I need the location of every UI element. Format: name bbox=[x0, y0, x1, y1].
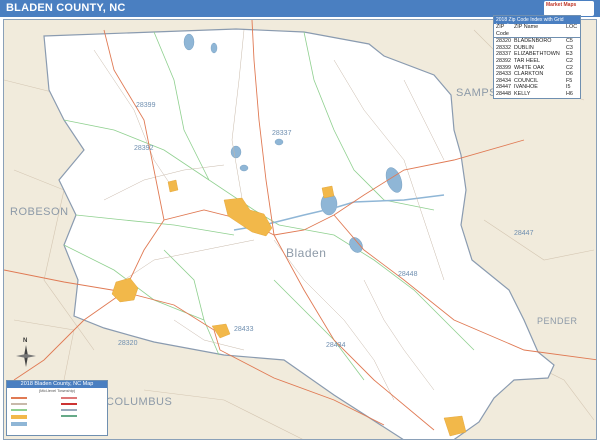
compass-rose: N bbox=[12, 338, 40, 370]
zip-name: BLADENBORO bbox=[514, 38, 552, 45]
zip-loc: C5 bbox=[566, 38, 573, 45]
zip-index-row: 28337 ELIZABETHTOWN E3 bbox=[494, 51, 580, 58]
zip-label: 28320 bbox=[118, 340, 138, 347]
zip-label: 28392 bbox=[134, 145, 154, 152]
zip-loc: C3 bbox=[566, 44, 573, 51]
zip-label: 28337 bbox=[272, 130, 292, 137]
zip-code: 28447 bbox=[496, 84, 511, 91]
legend-urban-swatch bbox=[11, 415, 27, 419]
zip-label: 28447 bbox=[514, 230, 534, 237]
white-lake-urban bbox=[321, 185, 335, 199]
legend-road-swatch bbox=[11, 403, 27, 405]
zip-name: WHITE OAK bbox=[514, 64, 545, 71]
zip-name: IVANHOE bbox=[514, 84, 538, 91]
zip-loc: H6 bbox=[566, 90, 573, 97]
zip-loc: E3 bbox=[566, 51, 573, 58]
zip-code: 28434 bbox=[496, 77, 511, 84]
zip-code: 28392 bbox=[496, 57, 511, 64]
publisher-logo: Market Maps bbox=[544, 1, 594, 16]
compass-north-label: N bbox=[23, 338, 28, 344]
zip-code: 28332 bbox=[496, 44, 511, 51]
zip-name: COUNCIL bbox=[514, 77, 539, 84]
zip-code-index: 2018 Zip Code Index with Grid Location Z… bbox=[493, 15, 581, 99]
zip-index-header: 2018 Zip Code Index with Grid Location bbox=[494, 16, 580, 29]
legend-symbols bbox=[7, 393, 107, 433]
zip-name: TAR HEEL bbox=[514, 57, 540, 64]
zip-code: 28337 bbox=[496, 51, 511, 58]
zip-label: 28399 bbox=[136, 102, 156, 109]
zip-index-columns: ZIP Code ZIP Name LOC bbox=[494, 24, 580, 39]
map-legend: 2018 Bladen County, NC Map (Mid-level To… bbox=[6, 380, 108, 436]
zip-index-row: 28392 TAR HEEL C2 bbox=[494, 58, 580, 65]
zip-label: 28433 bbox=[234, 326, 254, 333]
zip-code: 28448 bbox=[496, 90, 511, 97]
zip-name: DUBLIN bbox=[514, 44, 534, 51]
zip-index-row: 28447 IVANHOE I5 bbox=[494, 84, 580, 91]
legend-highway-swatch bbox=[11, 397, 27, 399]
zip-label: 28434 bbox=[326, 342, 346, 349]
logo-text: Market Maps bbox=[546, 2, 577, 8]
dublin-urban bbox=[167, 179, 179, 193]
legend-swatch bbox=[61, 403, 77, 405]
zip-index-row: 28320 BLADENBORO C5 bbox=[494, 38, 580, 45]
zip-index-row: 28433 CLARKTON D6 bbox=[494, 71, 580, 78]
legend-water-swatch bbox=[11, 422, 27, 426]
county-label-robeson: ROBESON bbox=[10, 206, 69, 218]
zip-loc: C2 bbox=[566, 64, 573, 71]
county-label-pender: PENDER bbox=[537, 316, 578, 326]
zip-index-row: 28332 DUBLIN C3 bbox=[494, 45, 580, 52]
zip-name: ELIZABETHTOWN bbox=[514, 51, 560, 58]
zip-loc: I5 bbox=[566, 84, 571, 91]
county-label-columbus: COLUMBUS bbox=[106, 396, 173, 408]
zip-label: 28448 bbox=[398, 271, 418, 278]
zip-index-row: 28434 COUNCIL F5 bbox=[494, 78, 580, 85]
zip-index-row: 28399 WHITE OAK C2 bbox=[494, 65, 580, 72]
col-loc: LOC bbox=[566, 24, 578, 30]
zip-name: CLARKTON bbox=[514, 71, 544, 78]
legend-swatch bbox=[61, 409, 77, 411]
zip-name: KELLY bbox=[514, 90, 531, 97]
zip-loc: F5 bbox=[566, 77, 573, 84]
legend-title: 2018 Bladen County, NC Map bbox=[7, 381, 107, 388]
col-zip-code: ZIP Code bbox=[496, 24, 509, 37]
zip-loc: D6 bbox=[566, 71, 573, 78]
zip-code: 28399 bbox=[496, 64, 511, 71]
legend-swatch bbox=[61, 415, 77, 417]
legend-zip-swatch bbox=[11, 409, 27, 411]
county-label-bladen: Bladen bbox=[286, 246, 327, 260]
zip-code: 28433 bbox=[496, 71, 511, 78]
col-zip-name: ZIP Name bbox=[514, 24, 539, 30]
map-page: BLADEN COUNTY, NC Market Maps Bladen ROB… bbox=[0, 0, 600, 442]
zip-code: 28320 bbox=[496, 38, 511, 45]
zip-index-row: 28448 KELLY H6 bbox=[494, 91, 580, 98]
zip-loc: C2 bbox=[566, 57, 573, 64]
legend-swatch bbox=[61, 397, 77, 399]
map-title: BLADEN COUNTY, NC bbox=[6, 2, 126, 14]
